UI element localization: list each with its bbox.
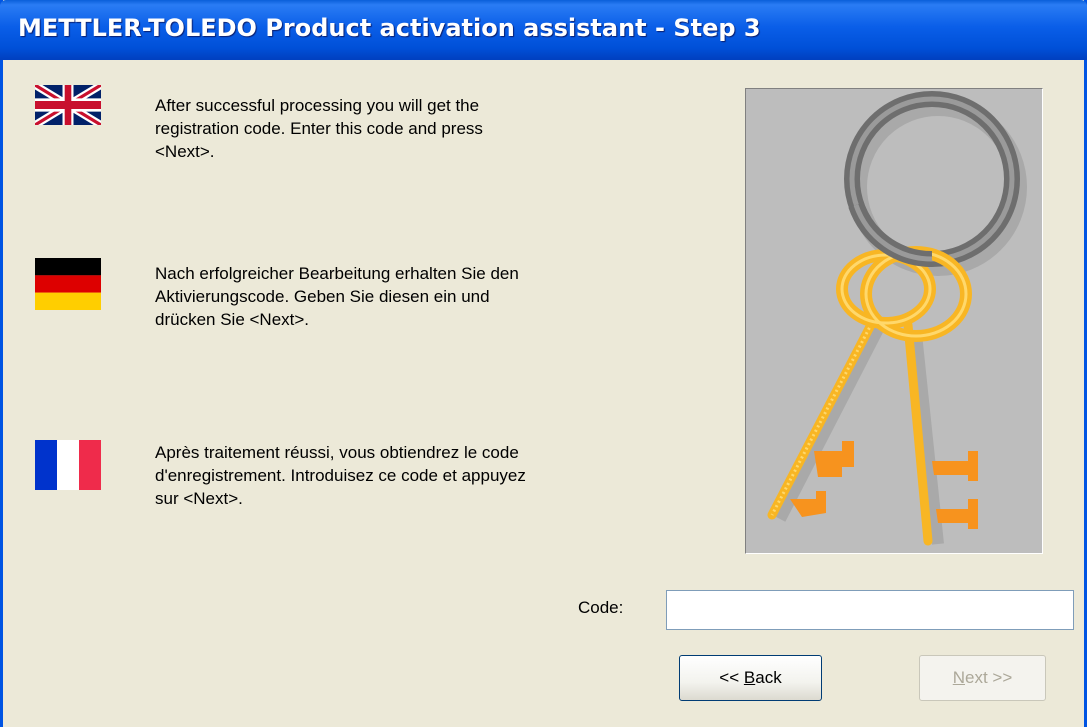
english-line-3: <Next>. — [155, 142, 215, 161]
english-message: After successful processing you will get… — [155, 94, 665, 163]
keys-illustration — [745, 88, 1043, 554]
uk-flag-icon — [35, 85, 101, 125]
german-line-3: drücken Sie <Next>. — [155, 310, 310, 329]
german-line-2: Aktivierungscode. Geben Sie diesen ein u… — [155, 287, 490, 306]
german-line-1: Nach erfolgreicher Bearbeitung erhalten … — [155, 264, 519, 283]
title-bar[interactable]: METTLER-TOLEDO Product activation assist… — [0, 0, 1087, 60]
window-title: METTLER-TOLEDO Product activation assist… — [18, 14, 761, 42]
next-label-rest: ext >> — [965, 668, 1013, 687]
back-prefix: << — [719, 668, 744, 687]
next-mnemonic: N — [952, 668, 965, 687]
next-button[interactable]: Next >> — [919, 655, 1046, 701]
keys-on-ring-icon — [767, 91, 1027, 546]
activation-dialog: METTLER-TOLEDO Product activation assist… — [0, 0, 1087, 727]
germany-flag-icon — [35, 258, 101, 310]
back-mnemonic: B — [743, 668, 756, 687]
german-message: Nach erfolgreicher Bearbeitung erhalten … — [155, 262, 665, 331]
french-line-1: Après traitement réussi, vous obtiendrez… — [155, 443, 519, 462]
french-message: Après traitement réussi, vous obtiendrez… — [155, 441, 665, 510]
code-input[interactable] — [666, 590, 1074, 630]
french-line-3: sur <Next>. — [155, 489, 243, 508]
english-line-1: After successful processing you will get… — [155, 96, 480, 115]
back-label-rest: ack — [755, 668, 782, 687]
english-line-2: registration code. Enter this code and p… — [155, 119, 483, 138]
france-flag-icon — [35, 440, 101, 490]
code-label: Code: — [578, 598, 624, 617]
french-line-2: d'enregistrement. Introduisez ce code et… — [155, 466, 526, 485]
back-button[interactable]: << Back — [679, 655, 822, 701]
